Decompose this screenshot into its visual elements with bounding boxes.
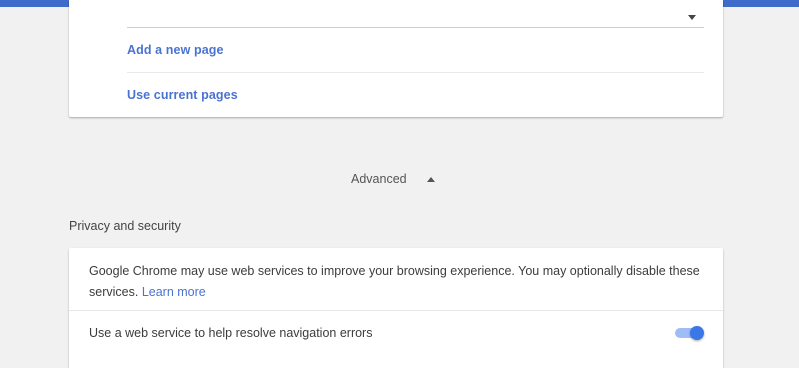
chevron-up-icon bbox=[426, 176, 435, 182]
privacy-section-title: Privacy and security bbox=[69, 219, 181, 233]
toggle-knob bbox=[690, 326, 704, 340]
privacy-card: Google Chrome may use web services to im… bbox=[69, 248, 723, 368]
use-current-pages-row: Use current pages bbox=[127, 73, 704, 117]
advanced-toggle-button[interactable]: Advanced bbox=[351, 170, 435, 188]
startup-dropdown[interactable] bbox=[127, 7, 704, 28]
nav-errors-label: Use a web service to help resolve naviga… bbox=[89, 326, 373, 340]
privacy-description-block: Google Chrome may use web services to im… bbox=[89, 261, 709, 303]
add-new-page-row: Add a new page bbox=[127, 28, 704, 73]
nav-errors-setting-row[interactable]: Use a web service to help resolve naviga… bbox=[89, 311, 704, 353]
advanced-label: Advanced bbox=[351, 172, 407, 186]
chevron-down-icon bbox=[688, 15, 696, 20]
use-current-pages-link[interactable]: Use current pages bbox=[127, 88, 238, 102]
learn-more-link[interactable]: Learn more bbox=[142, 285, 206, 299]
add-new-page-link[interactable]: Add a new page bbox=[127, 43, 224, 57]
nav-errors-toggle[interactable] bbox=[675, 326, 704, 340]
startup-pages-card: Add a new page Use current pages bbox=[69, 0, 723, 117]
